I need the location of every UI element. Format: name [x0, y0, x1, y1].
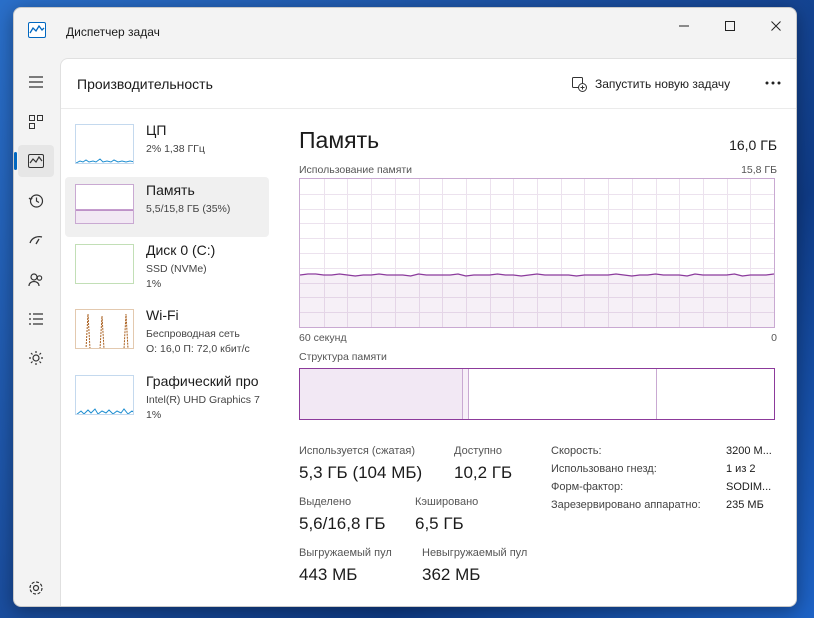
menu-icon [29, 76, 43, 88]
cpu-thumbnail-graph [75, 124, 134, 164]
settings-icon [29, 581, 43, 595]
form-factor-value: SODIM... [726, 481, 772, 493]
memory-title: Память [299, 127, 380, 153]
services-icon [29, 351, 43, 365]
memory-structure-label: Структура памяти [299, 351, 387, 363]
task-manager-window: Диспетчер задач Производительность Запус… [13, 7, 797, 607]
hardware-reserved-label: Зарезервировано аппаратно: [551, 499, 701, 511]
title-bar: Диспетчер задач [14, 8, 796, 54]
maximize-icon [725, 21, 735, 31]
nav-settings-button[interactable] [18, 572, 54, 604]
task-manager-app-icon [28, 22, 46, 38]
nav-processes-button[interactable] [18, 106, 54, 138]
graph-time-right-label: 0 [771, 332, 777, 344]
minimize-button[interactable] [662, 12, 706, 40]
users-icon [28, 273, 43, 287]
app-history-icon [28, 194, 44, 208]
maximize-button[interactable] [708, 12, 752, 40]
nav-startup-apps-button[interactable] [18, 224, 54, 256]
committed-label: Выделено [299, 496, 352, 508]
struct-divider-3 [656, 369, 657, 419]
sidebar-item-wifi[interactable]: Wi-Fi Беспроводная сеть О: 16,0 П: 72,0 … [65, 302, 269, 362]
disk-type-text: SSD (NVMe) [146, 263, 207, 275]
paged-pool-label: Выгружаемый пул [299, 547, 392, 559]
close-icon [771, 21, 781, 31]
run-new-task-button[interactable]: Запустить новую задачу [571, 74, 730, 94]
form-factor-label: Форм-фактор: [551, 481, 624, 493]
memory-usage-text: 5,5/15,8 ГБ (35%) [146, 203, 231, 215]
window-title: Диспетчер задач [66, 25, 160, 39]
available-value: 10,2 ГБ [454, 463, 513, 482]
sidebar-item-disk[interactable]: Диск 0 (C:) SSD (NVMe) 1% [65, 237, 269, 297]
content-panel: Производительность Запустить новую задач… [60, 58, 796, 606]
committed-value: 5,6/16,8 ГБ [299, 514, 386, 533]
sidebar-item-gpu[interactable]: Графический про Intel(R) UHD Graphics 7 … [65, 368, 269, 428]
nav-performance-button[interactable] [18, 145, 54, 177]
hardware-reserved-value: 235 МБ [726, 499, 764, 511]
wifi-thumbnail-graph [75, 309, 134, 349]
memory-usage-label: Использование памяти [299, 164, 413, 176]
nav-details-button[interactable] [18, 303, 54, 335]
slots-used-value: 1 из 2 [726, 463, 756, 475]
nav-app-history-button[interactable] [18, 185, 54, 217]
cached-label: Кэшировано [415, 496, 479, 508]
disk-usage-text: 1% [146, 278, 162, 290]
memory-label: Память [146, 182, 195, 198]
available-label: Доступно [454, 445, 503, 457]
speed-value: 3200 М... [726, 445, 772, 457]
struct-divider-2 [468, 369, 469, 419]
struct-in-use-segment [300, 369, 462, 419]
details-icon [29, 313, 43, 325]
nav-menu-button[interactable] [18, 66, 54, 98]
memory-total: 16,0 ГБ [729, 137, 777, 153]
run-task-icon [572, 77, 587, 92]
cpu-label: ЦП [146, 122, 167, 138]
graph-time-left-label: 60 секунд [299, 332, 347, 344]
cpu-usage-text: 2% 1,38 ГГц [146, 143, 205, 155]
active-indicator [14, 152, 17, 170]
memory-structure-bar [299, 368, 775, 420]
in-use-value: 5,3 ГБ (104 МБ) [299, 463, 423, 482]
speed-label: Скорость: [551, 445, 602, 457]
nav-services-button[interactable] [18, 342, 54, 374]
startup-apps-icon [29, 236, 43, 245]
nonpaged-pool-label: Невыгружаемый пул [422, 547, 528, 559]
disk-thumbnail-graph [75, 244, 134, 284]
wifi-type-text: Беспроводная сеть [146, 328, 240, 340]
processes-icon [29, 115, 43, 129]
performance-icon [28, 154, 44, 168]
wifi-throughput-text: О: 16,0 П: 72,0 кбит/с [146, 343, 250, 355]
navigation-rail [14, 54, 60, 606]
slots-used-label: Использовано гнезд: [551, 463, 657, 475]
gpu-label: Графический про [146, 373, 259, 389]
gpu-model-text: Intel(R) UHD Graphics 7 [146, 394, 260, 406]
memory-thumbnail-graph [75, 184, 134, 224]
gpu-thumbnail-graph [75, 375, 134, 415]
sidebar-item-cpu[interactable]: ЦП 2% 1,38 ГГц [65, 117, 269, 177]
page-header: Производительность Запустить новую задач… [61, 59, 796, 109]
minimize-icon [679, 25, 689, 27]
wifi-label: Wi-Fi [146, 307, 179, 323]
memory-usage-graph [299, 178, 775, 328]
nav-users-button[interactable] [18, 264, 54, 296]
sidebar-item-memory[interactable]: Память 5,5/15,8 ГБ (35%) [65, 177, 269, 237]
page-title: Производительность [77, 76, 213, 92]
cached-value: 6,5 ГБ [415, 514, 464, 533]
paged-pool-value: 443 МБ [299, 565, 358, 584]
run-task-label: Запустить новую задачу [595, 77, 731, 91]
nonpaged-pool-value: 362 МБ [422, 565, 481, 584]
more-options-button[interactable] [761, 73, 785, 93]
close-button[interactable] [754, 12, 796, 40]
more-options-icon [765, 81, 781, 85]
gpu-usage-text: 1% [146, 409, 162, 421]
memory-usage-max: 15,8 ГБ [741, 164, 777, 176]
memory-usage-area [300, 275, 774, 327]
in-use-label: Используется (сжатая) [299, 445, 416, 457]
disk-label: Диск 0 (C:) [146, 242, 216, 258]
